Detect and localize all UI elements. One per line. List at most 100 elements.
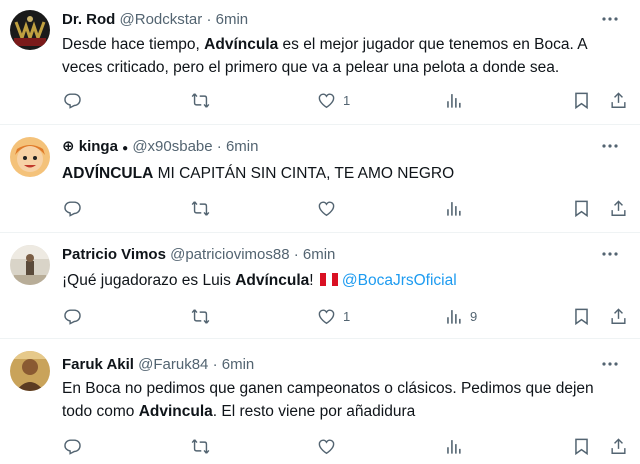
more-icon[interactable]: [600, 247, 620, 261]
separator: ·: [212, 356, 218, 373]
reply-button[interactable]: [63, 196, 82, 220]
author-handle[interactable]: @Rodckstar: [120, 11, 203, 28]
tweet-text: ADVÍNCULA MI CAPITÁN SIN CINTA, TE AMO N…: [62, 162, 627, 185]
share-button[interactable]: [609, 434, 628, 458]
highlighted-name: ADVÍNCULA: [62, 165, 154, 182]
view-count: 9: [470, 308, 478, 324]
avatar[interactable]: [10, 10, 50, 50]
bookmark-button[interactable]: [572, 88, 591, 112]
retweet-button[interactable]: [191, 88, 210, 112]
action-bar: 1 9: [0, 304, 640, 328]
reply-icon: [63, 91, 82, 110]
action-bar: [0, 196, 640, 220]
text-segment: MI CAPITÁN SIN CINTA, TE AMO NEGRO: [153, 165, 455, 182]
like-icon: [317, 91, 336, 110]
timestamp[interactable]: 6min: [216, 11, 249, 28]
like-icon: [317, 437, 336, 456]
text-segment: . El resto viene por añadidura: [212, 403, 416, 420]
views-button[interactable]: [444, 434, 470, 458]
views-icon: [444, 437, 463, 456]
text-segment: Desde hace tiempo,: [62, 36, 205, 53]
tweet-1[interactable]: Dr. Rod @Rodckstar · 6min Desde hace tie…: [0, 0, 640, 123]
verified-globe-icon: ⊕: [62, 138, 75, 155]
author-name[interactable]: Faruk Akil: [62, 356, 134, 373]
retweet-icon: [191, 437, 210, 456]
retweet-button[interactable]: [191, 196, 210, 220]
bookmark-icon: [572, 199, 591, 218]
bookmark-button[interactable]: [572, 434, 591, 458]
bookmark-button[interactable]: [572, 304, 591, 328]
more-icon[interactable]: [600, 357, 620, 371]
like-count: 1: [343, 92, 351, 108]
retweet-icon: [191, 199, 210, 218]
like-icon: [317, 307, 336, 326]
highlighted-name: Advincula: [138, 403, 213, 420]
reply-icon: [63, 437, 82, 456]
author-handle[interactable]: @patriciovimos88: [170, 246, 289, 263]
tweet-text: Desde hace tiempo, Advíncula es el mejor…: [62, 33, 627, 79]
peru-flag-icon: [319, 273, 338, 286]
highlighted-name: Advíncula: [204, 36, 279, 53]
like-button[interactable]: [317, 196, 343, 220]
like-count: 1: [343, 308, 351, 324]
share-button[interactable]: [609, 304, 628, 328]
reply-button[interactable]: [63, 304, 82, 328]
separator: ·: [216, 138, 222, 155]
tweet-4[interactable]: Faruk Akil @Faruk84 · 6min En Boca no pe…: [0, 339, 640, 464]
avatar[interactable]: [10, 351, 50, 391]
like-button[interactable]: 1: [317, 304, 350, 328]
bookmark-icon: [572, 307, 591, 326]
views-button[interactable]: 9: [444, 304, 477, 328]
tweet-text: ¡Qué jugadorazo es Luis Advíncula! @Boca…: [62, 269, 627, 292]
small-dot-icon: ●: [122, 143, 129, 154]
bookmark-icon: [572, 91, 591, 110]
views-icon: [444, 199, 463, 218]
like-button[interactable]: 1: [317, 88, 350, 112]
author-handle[interactable]: @x90sbabe: [132, 138, 212, 155]
separator: ·: [206, 11, 212, 28]
reply-icon: [63, 307, 82, 326]
timestamp[interactable]: 6min: [226, 138, 259, 155]
views-icon: [444, 307, 463, 326]
tweet-3[interactable]: Patricio Vimos @patriciovimos88 · 6min ¡…: [0, 233, 640, 337]
author-name[interactable]: Patricio Vimos: [62, 246, 166, 263]
retweet-icon: [191, 91, 210, 110]
avatar[interactable]: [10, 137, 50, 177]
like-icon: [317, 199, 336, 218]
retweet-button[interactable]: [191, 304, 210, 328]
tweet-2[interactable]: ⊕ kinga ● @x90sbabe · 6min ADVÍNCULA MI …: [0, 125, 640, 231]
text-segment: !: [309, 272, 318, 289]
separator: ·: [293, 246, 299, 263]
mention-link[interactable]: @BocaJrsOficial: [342, 272, 457, 289]
author-name[interactable]: Dr. Rod: [62, 11, 115, 28]
views-button[interactable]: [444, 88, 470, 112]
author-handle[interactable]: @Faruk84: [138, 356, 208, 373]
more-icon[interactable]: [600, 12, 620, 26]
more-icon[interactable]: [600, 139, 620, 153]
text-segment: ¡Qué jugadorazo es Luis: [62, 272, 236, 289]
reply-icon: [63, 199, 82, 218]
avatar[interactable]: [10, 245, 50, 285]
reply-button[interactable]: [63, 434, 82, 458]
like-button[interactable]: [317, 434, 343, 458]
highlighted-name: Advíncula: [235, 272, 310, 289]
share-button[interactable]: [609, 196, 628, 220]
share-icon: [609, 199, 628, 218]
share-icon: [609, 307, 628, 326]
share-button[interactable]: [609, 88, 628, 112]
share-icon: [609, 437, 628, 456]
retweet-button[interactable]: [191, 434, 210, 458]
action-bar: [0, 434, 640, 458]
retweet-icon: [191, 307, 210, 326]
timestamp[interactable]: 6min: [303, 246, 336, 263]
share-icon: [609, 91, 628, 110]
action-bar: 1: [0, 88, 640, 112]
tweet-text: En Boca no pedimos que ganen campeonatos…: [62, 377, 627, 423]
views-button[interactable]: [444, 196, 470, 220]
author-name[interactable]: kinga: [79, 138, 118, 155]
bookmark-button[interactable]: [572, 196, 591, 220]
reply-button[interactable]: [63, 88, 82, 112]
timestamp[interactable]: 6min: [222, 356, 255, 373]
views-icon: [444, 91, 463, 110]
bookmark-icon: [572, 437, 591, 456]
